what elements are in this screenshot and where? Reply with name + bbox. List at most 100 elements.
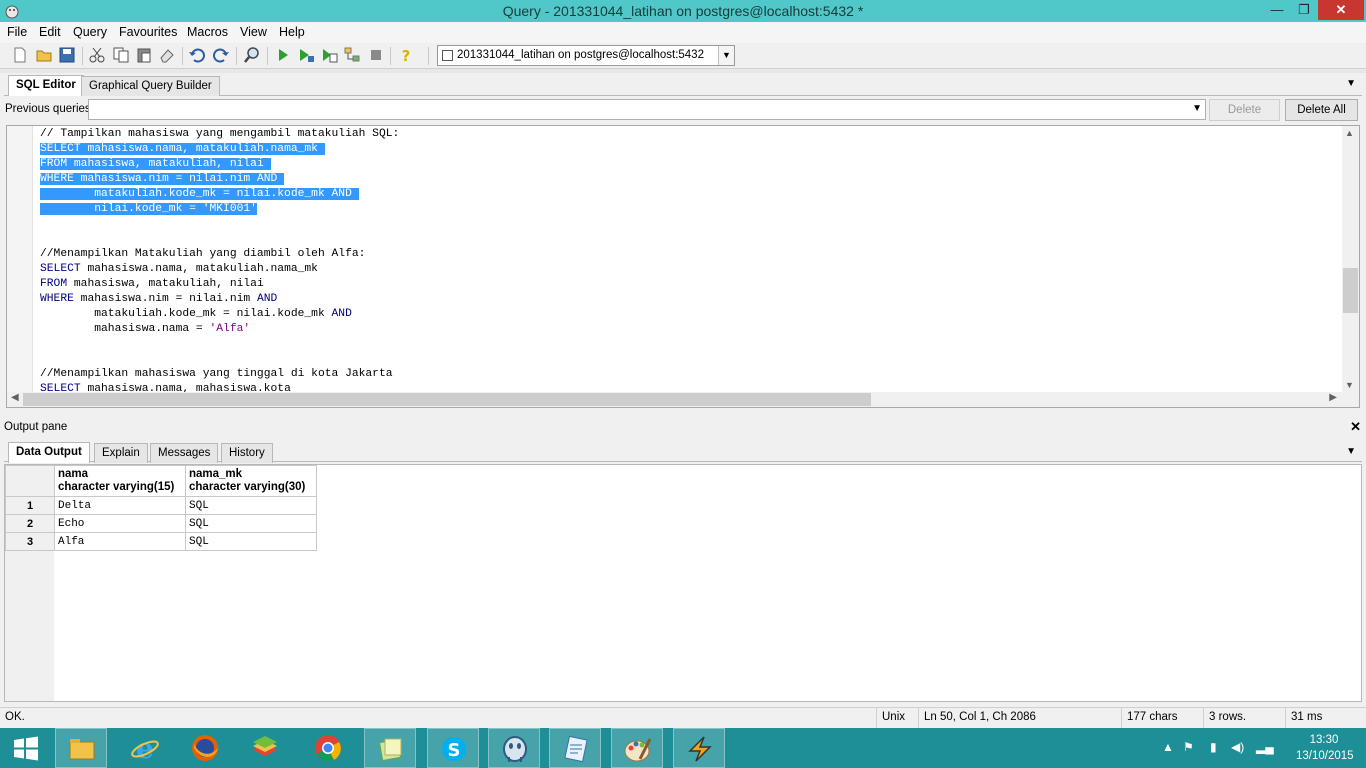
connection-select[interactable]: 201331044_latihan on postgres@localhost:… [437,45,735,66]
cell-nama-mk[interactable]: SQL [185,496,317,515]
open-icon[interactable] [35,46,53,64]
minimize-button[interactable]: — [1264,0,1290,20]
network-icon[interactable]: ▂▄ [1256,740,1274,754]
cell-nama[interactable]: Echo [54,514,186,533]
cut-icon[interactable] [88,46,106,64]
chevron-down-icon[interactable]: ▼ [1192,103,1202,114]
file-explorer-icon[interactable] [55,728,107,768]
execute-icon[interactable] [274,46,292,64]
code-line[interactable] [40,217,399,232]
show-hidden-icons-icon[interactable]: ▲ [1162,740,1174,754]
tab-messages[interactable]: Messages [150,443,219,463]
editor-vertical-scrollbar[interactable]: ▲ ▼ [1342,126,1359,392]
code-line[interactable]: mahasiswa.nama = 'Alfa' [40,322,399,337]
grid-corner[interactable] [5,465,55,497]
tab-explain[interactable]: Explain [94,443,148,463]
sql-editor[interactable]: // Tampilkan mahasiswa yang mengambil ma… [6,125,1360,408]
scroll-thumb[interactable] [23,393,871,406]
clear-icon[interactable] [158,46,176,64]
row-number[interactable]: 3 [5,532,55,551]
tab-data-output[interactable]: Data Output [8,442,90,463]
table-row[interactable]: 2 Echo SQL [5,514,317,533]
chrome-icon[interactable] [302,728,354,768]
new-icon[interactable] [11,46,29,64]
internet-explorer-icon[interactable]: e [119,728,171,768]
redo-icon[interactable] [212,46,230,64]
scroll-right-icon[interactable]: ▶ [1329,392,1337,403]
paste-icon[interactable] [135,46,153,64]
row-number[interactable]: 1 [5,496,55,515]
code-line[interactable]: //Menampilkan Matakuliah yang diambil ol… [40,247,399,262]
editor-app-icon[interactable] [549,728,601,768]
tab-menu-icon[interactable]: ▼ [1346,78,1356,89]
code-line[interactable]: SELECT mahasiswa.nama, matakuliah.nama_m… [40,142,399,157]
code-line[interactable]: nilai.kode_mk = 'MKI001' [40,202,399,217]
code-line[interactable]: WHERE mahasiswa.nim = nilai.nim AND [40,172,399,187]
scroll-up-icon[interactable]: ▲ [1345,128,1354,138]
firefox-icon[interactable] [179,728,231,768]
paint-icon[interactable] [611,728,663,768]
column-header-nama[interactable]: nama character varying(15) [54,465,186,497]
menu-view[interactable]: View [240,25,267,39]
menu-edit[interactable]: Edit [39,25,61,39]
cancel-icon[interactable] [367,46,385,64]
menu-help[interactable]: Help [279,25,305,39]
table-row[interactable]: 1 Delta SQL [5,496,317,515]
battery-icon[interactable]: ▮ [1210,740,1217,754]
column-header-nama-mk[interactable]: nama_mk character varying(30) [185,465,317,497]
code-line[interactable]: matakuliah.kode_mk = nilai.kode_mk AND [40,307,399,322]
undo-icon[interactable] [188,46,206,64]
skype-icon[interactable]: S [427,728,479,768]
scroll-thumb[interactable] [1343,268,1358,313]
execute-to-file-icon[interactable] [320,46,338,64]
notepad-app-icon[interactable] [364,728,416,768]
code-line[interactable]: WHERE mahasiswa.nim = nilai.nim AND [40,292,399,307]
execute-pgscript-icon[interactable] [297,46,315,64]
winamp-icon[interactable] [673,728,725,768]
code-line[interactable]: matakuliah.kode_mk = nilai.kode_mk AND [40,187,399,202]
code-line[interactable] [40,232,399,247]
code-line[interactable]: SELECT mahasiswa.nama, matakuliah.nama_m… [40,262,399,277]
tab-menu-icon[interactable]: ▼ [1346,446,1356,457]
close-button[interactable]: ✕ [1318,0,1364,20]
menu-favourites[interactable]: Favourites [119,25,177,39]
copy-icon[interactable] [112,46,130,64]
explain-icon[interactable] [343,46,361,64]
code-line[interactable]: // Tampilkan mahasiswa yang mengambil ma… [40,127,399,142]
tab-history[interactable]: History [221,443,273,463]
cell-nama[interactable]: Alfa [54,532,186,551]
bluestacks-icon[interactable] [239,728,291,768]
close-icon[interactable]: ✕ [1350,419,1361,435]
scroll-down-icon[interactable]: ▼ [1345,380,1354,390]
code-line[interactable] [40,352,399,367]
row-number[interactable]: 2 [5,514,55,533]
code-line[interactable]: //Menampilkan mahasiswa yang tinggal di … [40,367,399,382]
cell-nama-mk[interactable]: SQL [185,514,317,533]
editor-horizontal-scrollbar[interactable]: ◀ ▶ [7,392,1359,407]
menu-file[interactable]: File [7,25,27,39]
tab-graphical-query-builder[interactable]: Graphical Query Builder [81,76,220,96]
scroll-left-icon[interactable]: ◀ [11,392,19,403]
menu-macros[interactable]: Macros [187,25,228,39]
sql-code[interactable]: // Tampilkan mahasiswa yang mengambil ma… [40,127,399,397]
volume-icon[interactable]: ◀) [1231,740,1244,754]
maximize-button[interactable]: ❐ [1291,0,1317,20]
chevron-down-icon[interactable]: ▼ [718,46,734,65]
code-line[interactable]: FROM mahasiswa, matakuliah, nilai [40,277,399,292]
flag-icon[interactable]: ⚑ [1183,740,1194,754]
taskbar-clock[interactable]: 13:30 13/10/2015 [1296,732,1354,764]
save-icon[interactable] [58,46,76,64]
previous-queries-select[interactable]: ▼ [88,99,1206,120]
cell-nama[interactable]: Delta [54,496,186,515]
delete-button[interactable]: Delete [1209,99,1280,121]
cell-nama-mk[interactable]: SQL [185,532,317,551]
start-icon[interactable] [0,728,52,768]
table-row[interactable]: 3 Alfa SQL [5,532,317,551]
code-line[interactable] [40,337,399,352]
code-line[interactable]: FROM mahasiswa, matakuliah, nilai [40,157,399,172]
delete-all-button[interactable]: Delete All [1285,99,1358,121]
tab-sql-editor[interactable]: SQL Editor [8,75,84,96]
help-icon[interactable]: ? [397,46,415,65]
menu-query[interactable]: Query [73,25,107,39]
pgadmin-icon[interactable] [488,728,540,768]
